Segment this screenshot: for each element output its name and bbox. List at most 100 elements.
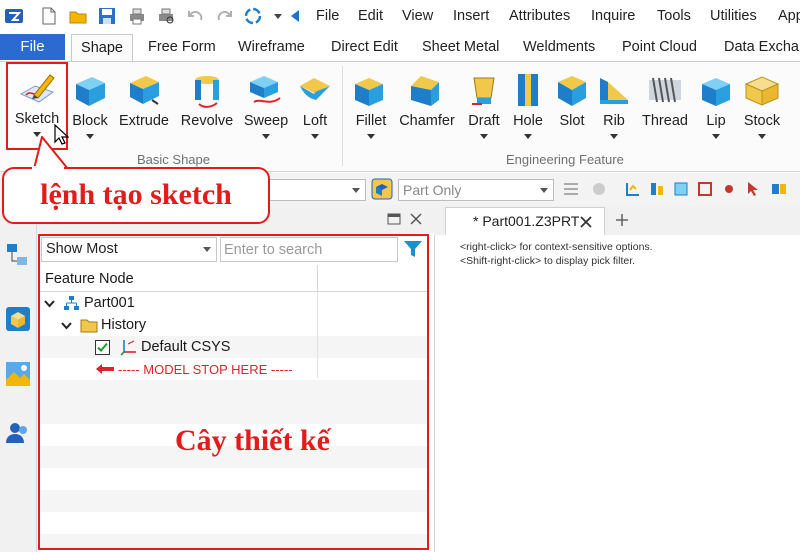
document-tab[interactable]: * Part001.Z3PRT (445, 207, 605, 235)
menu-utilities[interactable]: Utilities (710, 8, 757, 24)
filter-icon[interactable] (402, 238, 424, 260)
document-tab-title: * Part001.Z3PRT (473, 213, 580, 229)
stock-dropdown-icon[interactable] (758, 134, 766, 139)
revolve-button[interactable]: Revolve (178, 66, 236, 154)
block-dropdown-icon[interactable] (86, 134, 94, 139)
menu-inquire[interactable]: Inquire (591, 8, 635, 24)
chevron-down-icon[interactable] (61, 320, 72, 331)
undo-icon[interactable] (186, 6, 206, 26)
qat-dropdown-icon[interactable] (268, 6, 288, 26)
save-icon[interactable] (97, 6, 117, 26)
tab-free-form[interactable]: Free Form (148, 39, 216, 55)
chevron-down-icon[interactable] (44, 298, 55, 309)
model-stop-marker[interactable]: ----- MODEL STOP HERE ----- (40, 359, 317, 380)
fillet-button[interactable]: Fillet (348, 66, 394, 154)
assembly-manager-icon[interactable] (4, 305, 32, 333)
table-row (40, 490, 427, 512)
tree-node-csys[interactable]: Default CSYS (40, 337, 317, 358)
stock-label: Stock (743, 113, 781, 129)
loft-dropdown-icon[interactable] (311, 134, 319, 139)
print-preview-icon[interactable] (156, 6, 176, 26)
panel-restore-icon[interactable] (387, 213, 401, 225)
draft-dropdown-icon[interactable] (480, 134, 488, 139)
tab-file[interactable]: File (0, 34, 65, 60)
draft-icon (472, 77, 495, 105)
draft-button[interactable]: Draft (466, 66, 502, 154)
engineering-feature-group-label: Engineering Feature (506, 152, 624, 167)
arrow-left-icon (96, 364, 114, 374)
chamfer-button[interactable]: Chamfer (398, 66, 456, 154)
new-file-icon[interactable] (39, 6, 59, 26)
rib-icon (600, 78, 628, 104)
sweep-button[interactable]: Sweep (242, 66, 290, 154)
tab-shape[interactable]: Shape (71, 34, 133, 62)
block-button[interactable]: Block (68, 66, 112, 154)
print-icon[interactable] (127, 6, 147, 26)
redo-icon[interactable] (214, 6, 234, 26)
pick-multi-icon[interactable] (770, 180, 788, 198)
part-only-select[interactable]: Part Only (398, 179, 554, 201)
rib-button[interactable]: Rib (596, 66, 632, 154)
show-most-select[interactable]: Show Most (41, 237, 217, 262)
part-node-label: Part001 (84, 295, 135, 311)
csys-icon (120, 340, 136, 356)
tab-data-exchange[interactable]: Data Exchar (724, 39, 800, 55)
pick-feature-icon[interactable] (648, 180, 666, 198)
menu-edit[interactable]: Edit (358, 8, 383, 24)
tab-wireframe[interactable]: Wireframe (238, 39, 305, 55)
tree-node-part[interactable]: Part001 (40, 293, 317, 314)
tab-sheet-metal[interactable]: Sheet Metal (422, 39, 499, 55)
tree-column-header: Feature Node (40, 265, 427, 292)
menu-scroll-left-icon[interactable] (286, 6, 306, 26)
part-filter-icon[interactable] (371, 178, 393, 200)
pick-pointer-icon[interactable] (744, 180, 762, 198)
sweep-dropdown-icon[interactable] (262, 134, 270, 139)
close-icon[interactable] (410, 213, 422, 225)
pick-history-icon[interactable] (624, 180, 642, 198)
hole-dropdown-icon[interactable] (524, 134, 532, 139)
pick-face-icon[interactable] (672, 180, 690, 198)
filter-settings-icon[interactable] (562, 180, 580, 198)
stock-button[interactable]: Stock (740, 66, 784, 154)
graphics-area[interactable] (434, 235, 800, 552)
rib-dropdown-icon[interactable] (610, 134, 618, 139)
pick-lock-icon[interactable] (590, 180, 608, 198)
checkbox-checked-icon[interactable] (95, 340, 110, 355)
tab-point-cloud[interactable]: Point Cloud (622, 39, 697, 55)
menu-apps[interactable]: App (778, 8, 800, 24)
tree-node-history[interactable]: History (40, 315, 317, 336)
menu-file[interactable]: File (316, 8, 339, 24)
loft-label: Loft (302, 113, 328, 129)
menu-insert[interactable]: Insert (453, 8, 489, 24)
fillet-icon (355, 78, 383, 106)
tree-search-input[interactable] (220, 237, 398, 262)
fillet-dropdown-icon[interactable] (367, 134, 375, 139)
close-icon[interactable] (580, 216, 592, 228)
menu-view[interactable]: View (402, 8, 433, 24)
user-manager-icon[interactable] (4, 419, 32, 447)
lip-dropdown-icon[interactable] (712, 134, 720, 139)
slot-button[interactable]: Slot (554, 66, 590, 154)
hint-line: <Shift-right-click> to display pick filt… (460, 255, 636, 267)
sketch-callout-text: lệnh tạo sketch (40, 178, 232, 211)
tab-weldments[interactable]: Weldments (523, 39, 595, 55)
tab-direct-edit[interactable]: Direct Edit (331, 39, 398, 55)
open-folder-icon[interactable] (68, 6, 88, 26)
lip-button[interactable]: Lip (696, 66, 736, 154)
loft-button[interactable]: Loft (294, 66, 336, 154)
command-combo[interactable] (268, 179, 366, 201)
rib-label: Rib (603, 113, 625, 129)
menu-attributes[interactable]: Attributes (509, 8, 570, 24)
app-logo-icon (5, 9, 23, 23)
pick-vertex-icon[interactable] (720, 180, 738, 198)
view-manager-icon[interactable] (4, 360, 32, 388)
history-manager-icon[interactable] (4, 241, 32, 269)
pick-edge-icon[interactable] (696, 180, 714, 198)
hole-button[interactable]: Hole (510, 66, 546, 154)
stock-icon (744, 76, 780, 106)
menu-tools[interactable]: Tools (657, 8, 691, 24)
regen-icon[interactable] (243, 6, 263, 26)
thread-button[interactable]: Thread (640, 66, 690, 154)
add-tab-icon[interactable] (615, 213, 629, 227)
extrude-button[interactable]: Extrude (116, 66, 172, 154)
